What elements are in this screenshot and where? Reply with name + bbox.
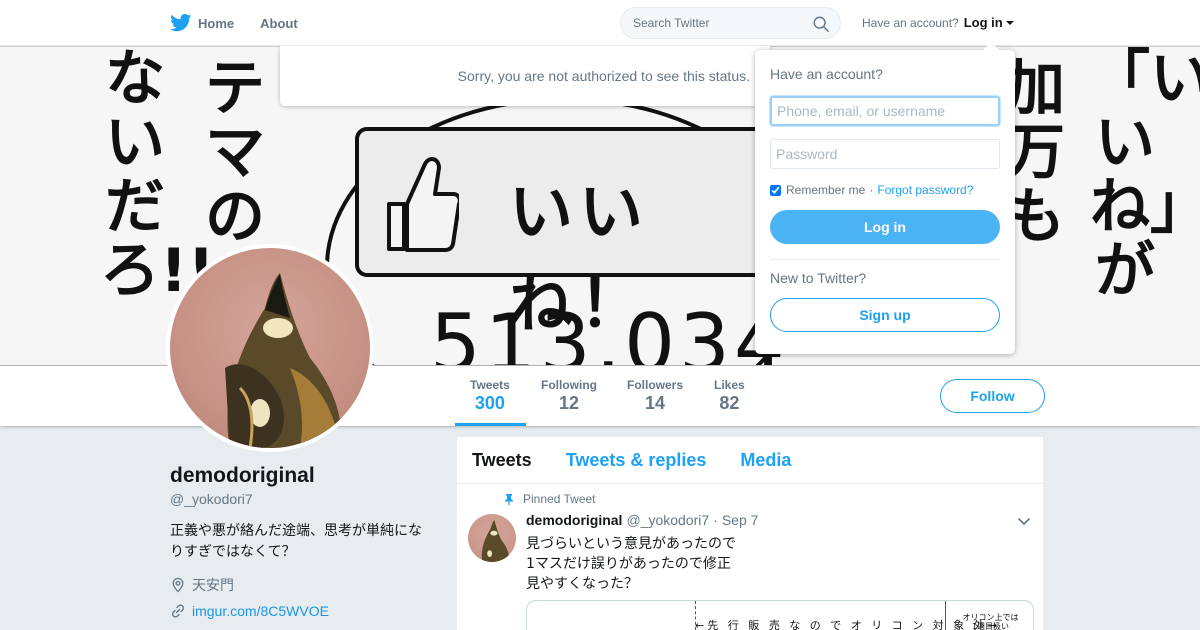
password-input[interactable] bbox=[770, 139, 1000, 169]
pinned-tweet[interactable]: Pinned Tweet demodoriginal @_yokodori7 ·… bbox=[457, 484, 1043, 630]
stat-tweets[interactable]: Tweets 300 bbox=[470, 378, 510, 414]
dropdown-heading: Have an account? bbox=[770, 66, 883, 82]
profile-location: 天安門 bbox=[170, 575, 234, 595]
tweet-text: 見づらいという意見があったので 1マスだけ誤りがあったので修正 見やすくなった？ bbox=[526, 534, 736, 594]
remember-checkbox[interactable] bbox=[770, 184, 781, 196]
stat-likes[interactable]: Likes 82 bbox=[714, 378, 745, 414]
remember-row: Remember me · Forgot password? bbox=[770, 183, 1000, 197]
nav-about[interactable]: About bbox=[260, 16, 298, 31]
new-to-twitter-heading: New to Twitter? bbox=[770, 270, 867, 286]
signup-button[interactable]: Sign up bbox=[770, 298, 1000, 332]
tweet-line-2: 1マスだけ誤りがあったので修正 bbox=[526, 556, 731, 572]
search-input[interactable]: Search Twitter bbox=[620, 7, 841, 39]
nav-left: Home About bbox=[170, 0, 324, 46]
tweet-date[interactable]: Sep 7 bbox=[722, 512, 759, 528]
link-icon bbox=[171, 604, 185, 618]
active-stat-underline bbox=[455, 423, 526, 426]
stat-likes-value: 82 bbox=[719, 393, 740, 413]
stat-likes-label: Likes bbox=[714, 378, 745, 392]
banner-number: 513,034 bbox=[430, 297, 789, 366]
timeline: Tweets Tweets & replies Media Pinned Twe… bbox=[456, 436, 1044, 630]
stat-followers-value: 14 bbox=[644, 393, 666, 413]
stat-tweets-label: Tweets bbox=[470, 378, 510, 392]
media-box-text: オリコン上では 1週目扱い bbox=[945, 601, 1033, 630]
stat-followers-label: Followers bbox=[627, 378, 684, 392]
timeline-tabs: Tweets Tweets & replies Media bbox=[457, 437, 1043, 484]
have-account-text: Have an account? bbox=[862, 15, 959, 30]
login-dropdown: Have an account? Remember me · Forgot pa… bbox=[755, 42, 1015, 354]
pin-icon bbox=[505, 494, 513, 505]
banner-text-right-2: 「いいね」が bbox=[1090, 46, 1200, 306]
follow-button[interactable]: Follow bbox=[940, 379, 1045, 413]
thumbs-up-icon bbox=[387, 157, 459, 252]
tab-tweets-replies[interactable]: Tweets & replies bbox=[566, 450, 707, 471]
top-nav: Home About Search Twitter Have an accoun… bbox=[0, 0, 1200, 46]
nav-home-label: Home bbox=[198, 15, 235, 31]
location-pin-icon bbox=[172, 577, 184, 593]
pinned-text: Pinned Tweet bbox=[523, 492, 596, 506]
alert-text: Sorry, you are not authorized to see thi… bbox=[457, 68, 750, 84]
url-text[interactable]: imgur.com/8C5WVOE bbox=[192, 603, 329, 619]
stat-following-label: Following bbox=[541, 378, 597, 392]
location-text: 天安門 bbox=[192, 578, 234, 594]
tweet-media[interactable]: ←先 行 販 売 な の で オ リ コ ン 対 象 外→ オリコン上では 1週… bbox=[526, 600, 1034, 630]
profile-url[interactable]: imgur.com/8C5WVOE bbox=[170, 603, 329, 619]
username-input[interactable] bbox=[770, 96, 1000, 126]
dropdown-divider bbox=[770, 259, 1000, 260]
remember-label[interactable]: Remember me bbox=[786, 183, 865, 197]
bird-photo-icon bbox=[225, 273, 342, 448]
nav-about-label: About bbox=[260, 15, 298, 31]
stat-followers[interactable]: Followers 14 bbox=[627, 378, 683, 414]
profile-avatar[interactable] bbox=[166, 244, 374, 452]
login-button[interactable]: Log in bbox=[770, 210, 1000, 244]
forgot-password-link[interactable]: Forgot password? bbox=[877, 183, 973, 197]
avatar-image bbox=[170, 248, 370, 448]
tweet-header: demodoriginal @_yokodori7 · Sep 7 bbox=[526, 512, 758, 528]
tab-media[interactable]: Media bbox=[740, 450, 791, 471]
login-link[interactable]: Log in bbox=[964, 15, 1003, 30]
banner-text-left: ないだろ!! bbox=[100, 46, 215, 306]
not-authorized-alert: Sorry, you are not authorized to see thi… bbox=[280, 46, 770, 106]
tweet-avatar-bird-icon bbox=[481, 520, 510, 562]
tweet-separator: · bbox=[713, 512, 718, 528]
banner-like-box: いいね！ bbox=[355, 127, 775, 342]
stat-following[interactable]: Following 12 bbox=[541, 378, 597, 414]
search-icon[interactable] bbox=[812, 15, 830, 33]
twitter-bird-icon bbox=[170, 14, 192, 32]
tweet-author-name[interactable]: demodoriginal bbox=[526, 512, 622, 528]
tweet-line-1: 見づらいという意見があったので bbox=[526, 536, 736, 552]
stat-tweets-value: 300 bbox=[474, 393, 505, 413]
caret-down-icon[interactable] bbox=[1005, 20, 1014, 25]
nav-home[interactable]: Home bbox=[170, 14, 234, 32]
pinned-label: Pinned Tweet bbox=[503, 492, 596, 506]
chevron-down-icon[interactable] bbox=[1017, 514, 1031, 528]
tweet-author-handle[interactable]: @_yokodori7 bbox=[626, 512, 709, 528]
tweet-line-3: 見やすくなった？ bbox=[526, 576, 638, 592]
profile-name[interactable]: demodoriginal bbox=[170, 464, 315, 488]
nav-account: Have an account? Log in bbox=[862, 15, 1014, 30]
banner-text-left-2: テマの bbox=[205, 54, 265, 252]
tab-tweets[interactable]: Tweets bbox=[472, 450, 532, 471]
search-placeholder: Search Twitter bbox=[633, 16, 710, 30]
profile-handle[interactable]: @_yokodori7 bbox=[170, 491, 253, 507]
tweet-avatar[interactable] bbox=[468, 514, 516, 562]
profile-bio: 正義や悪が絡んだ途端、思考が単純になりすぎではなくて？ bbox=[170, 523, 422, 560]
stat-following-value: 12 bbox=[558, 393, 580, 413]
separator-dot: · bbox=[869, 183, 874, 197]
